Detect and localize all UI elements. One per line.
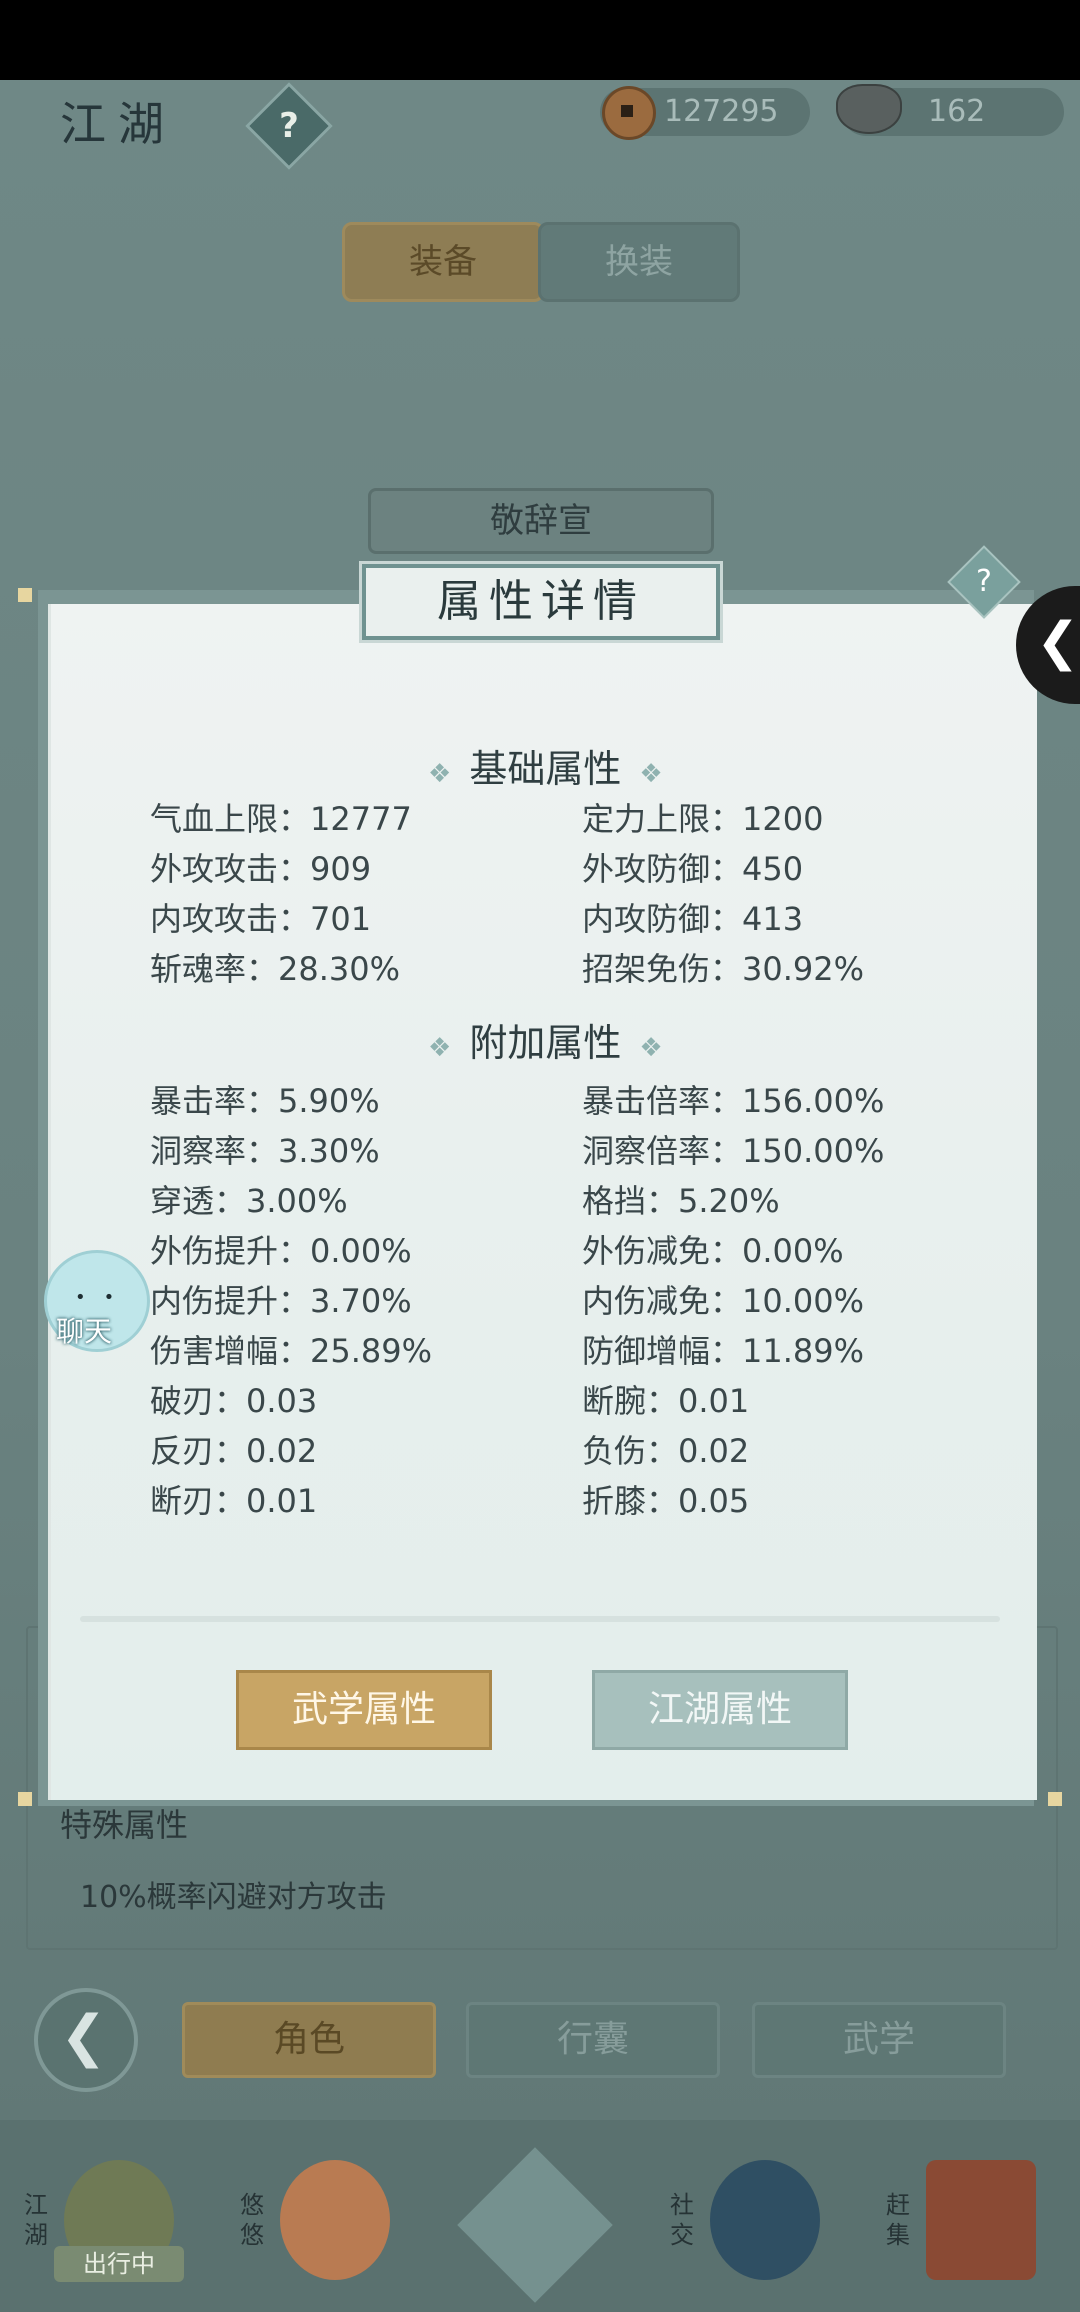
extra-attributes-heading: ❖ 附加属性 ❖ <box>410 1012 681 1067</box>
coin-counter: 127295 <box>600 86 810 140</box>
basket-art-icon <box>926 2160 1036 2280</box>
panel-title: 属性详情 <box>359 561 723 643</box>
silver-counter: 162 <box>836 84 1064 136</box>
diamond-ornament-icon: ❖ <box>639 759 663 789</box>
coin-value: 127295 <box>664 94 779 129</box>
status-bar <box>0 0 1080 80</box>
stat-blade-snap: 断刃：0.01 <box>150 1482 318 1520</box>
travel-status-badge: 出行中 <box>54 2246 184 2282</box>
base-attributes-label: 基础属性 <box>469 747 622 791</box>
diamond-ornament-icon: ❖ <box>639 1033 663 1063</box>
wave-art-icon <box>710 2160 820 2280</box>
chevron-left-icon: ❮ <box>1036 612 1080 672</box>
stat-soul-slash: 斩魂率：28.30% <box>150 950 401 988</box>
page-title: 江湖 <box>60 97 176 151</box>
stat-hp-max: 气血上限：12777 <box>150 800 412 838</box>
nav-market-label: 赶集 <box>886 2191 910 2249</box>
stat-outer-defense: 外攻防御：450 <box>582 850 804 888</box>
character-name: 敬辞宣 <box>368 488 714 554</box>
silver-value: 162 <box>928 94 986 129</box>
stat-crit-multiplier: 暴击倍率：156.00% <box>582 1082 885 1120</box>
nav-youyou[interactable]: 悠悠 <box>240 2150 390 2300</box>
stat-block: 格挡：5.20% <box>582 1182 780 1220</box>
nav-market[interactable]: 赶集 <box>886 2150 1036 2300</box>
stat-outer-damage-reduction: 外伤减免：0.00% <box>582 1232 844 1270</box>
tab-martial[interactable]: 武学 <box>752 2002 1006 2078</box>
nav-social-label: 社交 <box>670 2191 694 2249</box>
stat-inner-defense: 内攻防御：413 <box>582 900 804 938</box>
chevron-left-icon: ❮ <box>60 2004 107 2069</box>
copper-coin-icon <box>602 86 656 140</box>
stat-inner-attack: 内攻攻击：701 <box>150 900 372 938</box>
swallow-art-icon <box>280 2160 390 2280</box>
stat-wrist-break: 断腕：0.01 <box>582 1382 750 1420</box>
stat-insight-multiplier: 洞察倍率：150.00% <box>582 1132 885 1170</box>
nav-youyou-label: 悠悠 <box>240 2191 264 2249</box>
tab-bag[interactable]: 行囊 <box>466 2002 720 2078</box>
stat-counter-blade: 反刃：0.02 <box>150 1432 318 1470</box>
tab-role[interactable]: 角色 <box>182 2002 436 2078</box>
martial-attributes-button[interactable]: 武学属性 <box>236 1670 492 1750</box>
question-icon: ? <box>976 564 992 599</box>
stat-crit-rate: 暴击率：5.90% <box>150 1082 380 1120</box>
extra-attributes-label: 附加属性 <box>469 1021 622 1065</box>
diamond-ornament-icon: ❖ <box>428 759 452 789</box>
stat-focus-max: 定力上限：1200 <box>582 800 824 838</box>
stat-insight-rate: 洞察率：3.30% <box>150 1132 380 1170</box>
stat-penetration: 穿透：3.00% <box>150 1182 348 1220</box>
chat-label[interactable]: 聊天 <box>56 1310 112 1350</box>
tab-swap[interactable]: 换装 <box>538 222 740 302</box>
mascot-eyes: •• <box>75 1287 133 1308</box>
nav-jianghu-label: 江湖 <box>24 2191 48 2249</box>
silver-ingot-icon <box>836 84 902 134</box>
nav-social[interactable]: 社交 <box>670 2150 820 2300</box>
corner-ornament <box>18 1792 32 1806</box>
stat-outer-damage-up: 外伤提升：0.00% <box>150 1232 412 1270</box>
stat-defense-amp: 防御增幅：11.89% <box>582 1332 865 1370</box>
special-attributes-text: 10%概率闪避对方攻击 <box>80 1880 387 1915</box>
corner-ornament <box>18 588 32 602</box>
corner-ornament <box>1048 1792 1062 1806</box>
divider <box>80 1616 1000 1622</box>
special-attributes-title: 特殊属性 <box>60 1806 189 1844</box>
question-icon: ? <box>279 106 299 146</box>
stat-injury: 负伤：0.02 <box>582 1432 750 1470</box>
base-attributes-heading: ❖ 基础属性 ❖ <box>410 738 681 793</box>
jianghu-attributes-button[interactable]: 江湖属性 <box>592 1670 848 1750</box>
stat-parry-reduction: 招架免伤：30.92% <box>582 950 865 988</box>
stat-outer-attack: 外攻攻击：909 <box>150 850 372 888</box>
stat-blade-break: 破刃：0.03 <box>150 1382 318 1420</box>
stat-inner-damage-up: 内伤提升：3.70% <box>150 1282 412 1320</box>
stat-damage-amp: 伤害增幅：25.89% <box>150 1332 433 1370</box>
diamond-ornament-icon: ❖ <box>428 1033 452 1063</box>
back-button[interactable]: ❮ <box>34 1988 138 2092</box>
stat-inner-damage-reduction: 内伤减免：10.00% <box>582 1282 865 1320</box>
stat-knee-break: 折膝：0.05 <box>582 1482 750 1520</box>
tab-equip[interactable]: 装备 <box>342 222 544 302</box>
